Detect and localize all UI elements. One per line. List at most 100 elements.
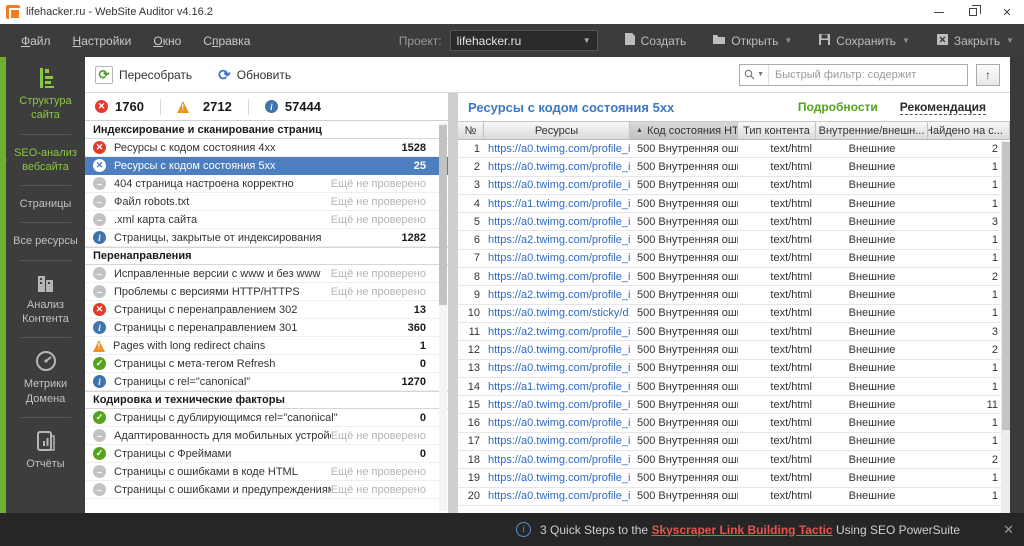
factor-row[interactable]: i Страницы, закрытые от индексирования 128… bbox=[85, 229, 448, 247]
column-header-5[interactable]: Найдено на с... bbox=[928, 122, 1010, 139]
sidebar-item-3[interactable]: Все ресурсы bbox=[6, 225, 85, 257]
table-row[interactable]: 16 https://a0.twimg.com/profile_i... 500 В… bbox=[458, 414, 1010, 433]
factor-row[interactable]: ✓ Страницы с мета-тегом Refresh 0 bbox=[85, 355, 448, 373]
resource-url-link[interactable]: https://a2.twimg.com/profile_i... bbox=[484, 234, 630, 246]
table-row[interactable]: 3 https://a0.twimg.com/profile_i... 500 Вн… bbox=[458, 177, 1010, 195]
resource-url-link[interactable]: https://a1.twimg.com/profile_i... bbox=[484, 198, 630, 210]
table-row[interactable]: 13 https://a0.twimg.com/profile_i... 500 В… bbox=[458, 360, 1010, 378]
column-header-0[interactable]: № bbox=[458, 122, 484, 139]
factor-row[interactable]: – .xml карта сайта Ещё не проверено bbox=[85, 211, 448, 229]
rebuild-button[interactable]: ⟳ Пересобрать bbox=[95, 65, 192, 84]
table-row[interactable]: 9 https://a2.twimg.com/profile_i... 500 Вн… bbox=[458, 286, 1010, 305]
table-row[interactable]: 12 https://a0.twimg.com/profile_i... 500 В… bbox=[458, 341, 1010, 360]
resource-url-link[interactable]: https://a2.twimg.com/profile_i... bbox=[484, 289, 630, 301]
details-link[interactable]: Подробности bbox=[798, 100, 878, 114]
table-row[interactable]: 18 https://a0.twimg.com/profile_i... 500 В… bbox=[458, 451, 1010, 470]
table-row[interactable]: 2 https://a0.twimg.com/profile_i... 500 Вн… bbox=[458, 158, 1010, 177]
resource-url-link[interactable]: https://a0.twimg.com/profile_i... bbox=[484, 435, 630, 447]
resource-url-link[interactable]: https://a1.twimg.com/profile_i... bbox=[484, 381, 630, 393]
factor-row[interactable]: –404 страница настроена корректно Ещё не … bbox=[85, 175, 448, 193]
minimize-button[interactable] bbox=[922, 0, 956, 24]
project-dropdown[interactable]: lifehacker.ru ▼ bbox=[449, 30, 598, 51]
factor-row[interactable]: ✓ Страницы с Фреймами 0 bbox=[85, 445, 448, 463]
resource-url-link[interactable]: https://a0.twimg.com/profile_i... bbox=[484, 490, 630, 502]
resource-url-link[interactable]: https://a0.twimg.com/profile_i... bbox=[484, 161, 630, 173]
close-button[interactable]: ✕ bbox=[990, 0, 1024, 24]
save-project-button[interactable]: Сохранить ▼ bbox=[818, 32, 910, 49]
table-row[interactable]: 5 https://a0.twimg.com/profile_i... 500 Вн… bbox=[458, 213, 1010, 232]
resource-url-link[interactable]: https://a0.twimg.com/sticky/d... bbox=[484, 307, 630, 319]
sidebar-item-0[interactable]: Структура сайта bbox=[6, 57, 85, 132]
factor-row[interactable]: – Проблемы с версиями HTTP/HTTPS Ещё не пр… bbox=[85, 283, 448, 301]
apply-filter-button[interactable]: ↑ bbox=[976, 63, 1000, 86]
scrollbar-thumb[interactable] bbox=[1001, 142, 1010, 430]
resource-url-link[interactable]: https://a0.twimg.com/profile_i... bbox=[484, 179, 630, 191]
column-header-4[interactable]: Внутренние/внешн... bbox=[816, 122, 928, 139]
divider bbox=[159, 98, 161, 115]
resource-url-link[interactable]: https://a0.twimg.com/profile_i... bbox=[484, 216, 630, 228]
resource-url-link[interactable]: https://a2.twimg.com/profile_i... bbox=[484, 326, 630, 338]
sidebar-item-5[interactable]: Метрики Домена bbox=[6, 340, 85, 415]
table-row[interactable]: 7 https://a0.twimg.com/profile_i... 500 Вн… bbox=[458, 250, 1010, 269]
search-mode-button[interactable]: ▼ bbox=[740, 64, 769, 85]
factor-row[interactable]: Pages with long redirect chains 1 bbox=[85, 337, 448, 355]
scrollbar-thumb[interactable] bbox=[439, 125, 447, 305]
factor-row[interactable]: ✕ Ресурсы с кодом состояния 4xx 1528 bbox=[85, 139, 448, 157]
resource-url-link[interactable]: https://a0.twimg.com/profile_i... bbox=[484, 417, 630, 429]
table-row[interactable]: 8 https://a0.twimg.com/profile_i... 500 Вн… bbox=[458, 268, 1010, 287]
resource-url-link[interactable]: https://a0.twimg.com/profile_i... bbox=[484, 252, 630, 264]
recommendation-link[interactable]: Рекомендация bbox=[899, 100, 986, 115]
column-label: Тип контента bbox=[743, 124, 810, 137]
resource-url-link[interactable]: https://a0.twimg.com/profile_i... bbox=[484, 472, 630, 484]
promo-link[interactable]: Skyscraper Link Building Tactic bbox=[651, 523, 832, 537]
menu-item-2[interactable]: Окно bbox=[142, 34, 192, 48]
factor-row[interactable]: i Страницы с перенаправлением 301 360 bbox=[85, 319, 448, 337]
sidebar-item-2[interactable]: Страницы bbox=[6, 188, 85, 220]
factor-row[interactable]: – Адаптированность для мобильных устройст… bbox=[85, 427, 448, 445]
table-row[interactable]: 10 https://a0.twimg.com/sticky/d... 500 Вн… bbox=[458, 305, 1010, 323]
column-header-2[interactable]: ▲Код состояния HTTP bbox=[630, 122, 738, 139]
table-row[interactable]: 19 https://a0.twimg.com/profile_i... 500 В… bbox=[458, 469, 1010, 488]
table-row[interactable]: 17 https://a0.twimg.com/profile_i... 500 В… bbox=[458, 433, 1010, 452]
panels: ✕ 1760 2712 i 57444 bbox=[85, 93, 1010, 513]
table-row[interactable]: 11 https://a2.twimg.com/profile_i... 500 В… bbox=[458, 323, 1010, 342]
create-project-button[interactable]: Создать bbox=[624, 32, 686, 49]
open-project-button[interactable]: Открыть ▼ bbox=[712, 32, 792, 49]
rebuild-icon: ⟳ bbox=[95, 65, 113, 84]
table-row[interactable]: 1 https://a0.twimg.com/profile_i... 500 Вн… bbox=[458, 140, 1010, 159]
factor-row[interactable]: ✕ Ресурсы с кодом состояния 5xx 25 bbox=[85, 157, 448, 175]
table-row[interactable]: 20 https://a0.twimg.com/profile_i... 500 В… bbox=[458, 488, 1010, 506]
table-row[interactable]: 4 https://a1.twimg.com/profile_i... 500 Вн… bbox=[458, 195, 1010, 214]
factor-row[interactable]: – Исправленные версии с www и без www Ещё … bbox=[85, 265, 448, 283]
sidebar-item-6[interactable]: Отчёты bbox=[6, 420, 85, 480]
restore-button[interactable] bbox=[956, 0, 990, 24]
resource-url-link[interactable]: https://a0.twimg.com/profile_i... bbox=[484, 344, 630, 356]
menu-item-1[interactable]: Настройки bbox=[62, 34, 143, 48]
resource-url-link[interactable]: https://a0.twimg.com/profile_i... bbox=[484, 271, 630, 283]
table-row[interactable]: 15 https://a0.twimg.com/profile_i... 500 В… bbox=[458, 396, 1010, 415]
close-project-button[interactable]: Закрыть ▼ bbox=[936, 32, 1014, 49]
factor-row[interactable]: ✕ Страницы с перенаправлением 302 13 bbox=[85, 301, 448, 319]
resource-url-link[interactable]: https://a0.twimg.com/profile_i... bbox=[484, 143, 630, 155]
sidebar-item-1[interactable]: SEO-анализ вебсайта bbox=[0, 137, 85, 184]
table-row[interactable]: 14 https://a1.twimg.com/profile_i... 500 В… bbox=[458, 378, 1010, 397]
factor-row[interactable]: – Страницы с ошибками в коде HTML Ещё не п… bbox=[85, 463, 448, 481]
column-header-3[interactable]: Тип контента bbox=[738, 122, 816, 139]
factors-scrollbar[interactable] bbox=[439, 123, 447, 511]
promo-close-button[interactable]: ✕ bbox=[1003, 522, 1014, 538]
resource-url-link[interactable]: https://a0.twimg.com/profile_i... bbox=[484, 454, 630, 466]
update-button[interactable]: ⟳ Обновить bbox=[218, 66, 291, 84]
factor-row[interactable]: – Файл robots.txt Ещё не проверено bbox=[85, 193, 448, 211]
sidebar-item-4[interactable]: Анализ Контента bbox=[6, 263, 85, 336]
quick-filter-input[interactable] bbox=[769, 64, 967, 85]
factor-row[interactable]: ✓ Страницы с дублирующимся rel="canonical… bbox=[85, 409, 448, 427]
menu-item-0[interactable]: Файл bbox=[10, 34, 62, 48]
menu-item-3[interactable]: Справка bbox=[192, 34, 261, 48]
table-scrollbar[interactable] bbox=[1001, 141, 1010, 513]
factor-row[interactable]: –Страницы с ошибками и предупреждениями … bbox=[85, 481, 448, 499]
factor-row[interactable]: i Страницы с rel="canonical" 1270 bbox=[85, 373, 448, 391]
table-row[interactable]: 6 https://a2.twimg.com/profile_i... 500 Вн… bbox=[458, 231, 1010, 250]
column-header-1[interactable]: Ресурсы bbox=[484, 122, 630, 139]
resource-url-link[interactable]: https://a0.twimg.com/profile_i... bbox=[484, 399, 630, 411]
resource-url-link[interactable]: https://a0.twimg.com/profile_i... bbox=[484, 362, 630, 374]
